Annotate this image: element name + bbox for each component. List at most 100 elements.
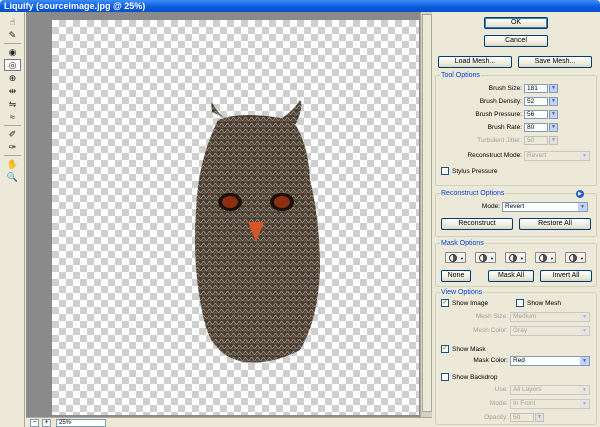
backdrop-use-value: All Layers [513,386,542,393]
invert-selection-button[interactable]: ▼ [565,252,586,263]
vertical-scrollbar[interactable] [420,12,432,417]
zoom-level-select[interactable]: 25% [56,419,106,427]
twirl-clockwise-icon[interactable]: ◉ [4,46,21,58]
hand-icon[interactable]: ✋ [4,158,21,170]
brush-rate-input[interactable]: 80 [524,123,548,132]
backdrop-use-label: Use: [494,386,508,393]
zoom-in-button[interactable]: + [42,419,51,427]
pucker-icon[interactable]: ◎ [4,59,21,71]
chevron-down-icon: ▼ [578,203,587,211]
chevron-down-icon: ▼ [580,327,589,335]
forward-warp-icon[interactable]: ☝ [4,16,21,28]
reconstruct-mode-value: Revert [505,203,525,210]
save-mesh-button[interactable]: Save Mesh... [518,56,592,68]
brush-size-dropdown[interactable]: ▼ [549,84,558,93]
mirror-icon[interactable]: ⇋ [4,98,21,110]
brush-density-dropdown[interactable]: ▼ [549,97,558,106]
mask-add-icon [479,254,487,262]
mask-intersect-icon [539,254,547,262]
thaw-mask-icon[interactable]: ✑ [4,141,21,153]
chevron-down-icon: ▼ [580,357,589,365]
backdrop-opacity-label: Opacity: [484,414,508,421]
reconstruct-options-title: Reconstruct Options [440,190,506,198]
view-options-title: View Options [440,289,484,297]
brush-pressure-label: Brush Pressure: [475,111,522,118]
scrollbar-thumb[interactable] [422,14,432,412]
reconstruct-mode-label: Mode: [481,203,500,210]
chevron-down-icon: ▼ [580,152,589,160]
mask-options-title: Mask Options [440,240,485,248]
reconstruct-icon[interactable]: ✎ [4,29,21,41]
reconstruct-options-group: Reconstruct Options ▶ Mode: Revert ▼ Rec… [435,190,597,237]
chevron-down-icon: ▼ [580,256,584,261]
backdrop-mode-select: In Front ▼ [510,399,590,409]
backdrop-mode-label: Mode: [489,400,508,407]
mask-replace-icon [449,254,457,262]
chevron-down-icon: ▼ [580,400,589,408]
show-image-checkbox[interactable]: ✓ [441,299,449,307]
intersect-selection-button[interactable]: ▼ [535,252,556,263]
add-to-selection-button[interactable]: ▼ [475,252,496,263]
ok-button[interactable]: OK [484,17,548,29]
chevron-down-icon: ▼ [580,313,589,321]
tool-options-group: Tool Options Brush Size: 181 ▼ Brush Den… [435,72,597,186]
show-backdrop-checkbox[interactable] [441,373,449,381]
mask-none-button[interactable]: None [441,270,471,282]
load-mesh-button[interactable]: Load Mesh... [438,56,512,68]
turbulence-icon[interactable]: ≈ [4,111,21,123]
status-bar: − + 25% [26,417,432,427]
backdrop-mode-value: In Front [513,400,536,407]
stylus-pressure-checkbox[interactable] [441,167,449,175]
transparency-canvas[interactable] [52,20,419,415]
chevron-down-icon: ▼ [520,256,524,261]
mesh-size-select: Medium ▼ [510,312,590,322]
restore-all-button[interactable]: Restore All [519,218,591,230]
mesh-size-label: Mesh Size: [475,313,508,320]
mask-color-select[interactable]: Red ▼ [510,356,590,366]
brush-size-input[interactable]: 181 [524,84,548,93]
cancel-button[interactable]: Cancel [484,35,548,47]
tool-separator [4,43,21,44]
mask-all-button[interactable]: Mask All [488,270,534,282]
reconstruct-mode-value: Revert [527,152,547,159]
chevron-down-icon: ▼ [460,256,464,261]
zoom-icon[interactable]: 🔍 [4,171,21,183]
brush-rate-dropdown[interactable]: ▼ [549,123,558,132]
show-mask-label: Show Mask [452,346,486,353]
subtract-from-selection-button[interactable]: ▼ [505,252,526,263]
brush-pressure-input[interactable]: 56 [524,110,548,119]
replace-selection-button[interactable]: ▼ [445,252,466,263]
freeze-mask-icon[interactable]: ✐ [4,128,21,140]
brush-rate-label: Brush Rate: [487,124,522,131]
reconstruct-mode-select[interactable]: Revert ▼ [502,202,588,212]
view-options-group: View Options ✓ Show Image Show Mesh Mesh… [435,289,597,425]
reconstruct-menu-icon[interactable]: ▶ [576,190,584,198]
turbulent-jitter-input: 50 [524,136,548,145]
backdrop-use-select: All Layers ▼ [510,385,590,395]
mesh-size-value: Medium [513,313,537,320]
mask-invert-icon [569,254,577,262]
show-mask-checkbox[interactable]: ✓ [441,345,449,353]
reconstruct-button[interactable]: Reconstruct [441,218,513,230]
mesh-color-label: Mesh Color: [472,327,508,334]
push-left-icon[interactable]: ⇹ [4,85,21,97]
mask-color-value: Red [513,357,525,364]
invert-all-button[interactable]: Invert All [540,270,592,282]
mesh-color-value: Gray [513,327,528,334]
show-mesh-checkbox[interactable] [516,299,524,307]
bloat-icon[interactable]: ⊕ [4,72,21,84]
show-mesh-label: Show Mesh [527,300,561,307]
reconstruct-mode-select: Revert ▼ [524,151,590,161]
chevron-down-icon: ▼ [580,386,589,394]
brush-density-input[interactable]: 52 [524,97,548,106]
mask-subtract-icon [509,254,517,262]
preview-canvas-area[interactable] [26,12,432,417]
tool-options-title: Tool Options [440,72,481,80]
brush-density-label: Brush Density: [479,98,522,105]
brush-pressure-dropdown[interactable]: ▼ [549,110,558,119]
backdrop-opacity-input: 50 [510,413,534,422]
turbulent-jitter-dropdown: ▼ [549,136,558,145]
zoom-out-button[interactable]: − [30,419,39,427]
mask-color-label: Mask Color: [473,357,508,364]
brush-size-label: Brush Size: [488,85,522,92]
